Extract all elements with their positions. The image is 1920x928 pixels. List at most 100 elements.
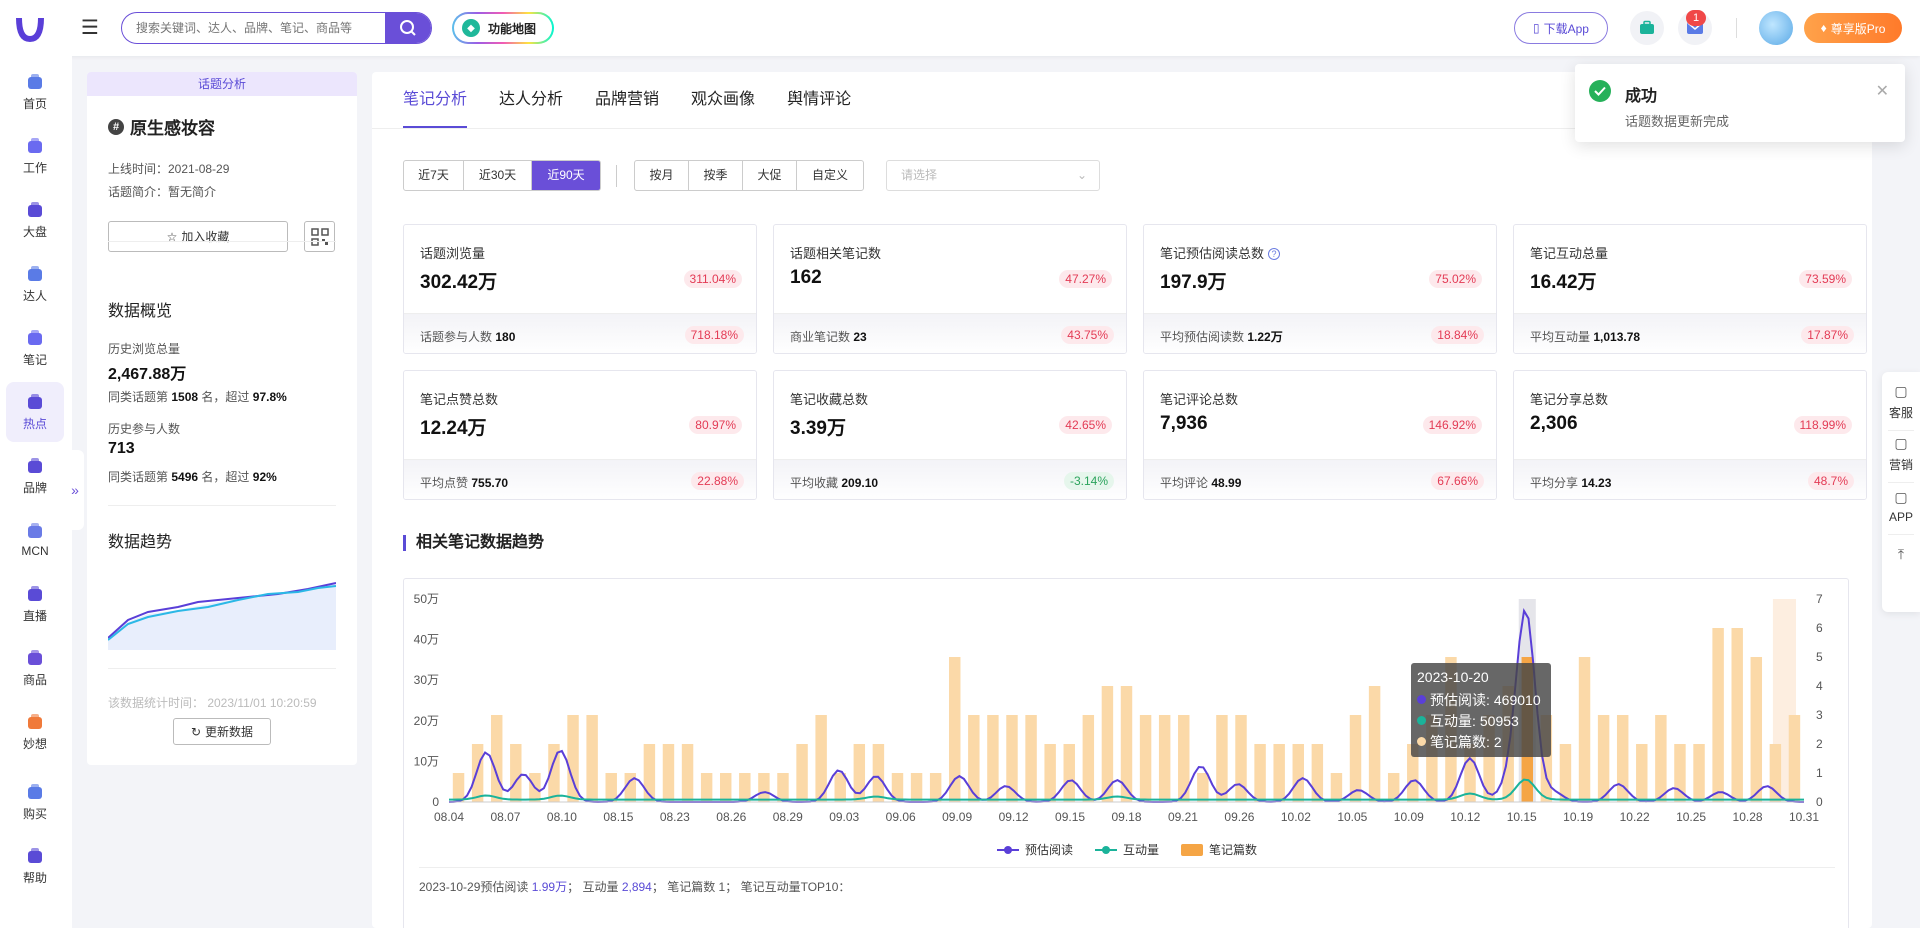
legend-read[interactable]: 预估阅读 — [996, 841, 1073, 858]
sidebar-item-9[interactable]: 商品 — [6, 638, 64, 698]
tooltip-row: 笔记篇数: 2 — [1417, 731, 1545, 752]
function-map-button[interactable]: ◆ 功能地图 — [452, 12, 554, 44]
card-value: 197.9万 — [1160, 272, 1227, 293]
tooltip-row: 预估阅读: 469010 — [1417, 689, 1545, 710]
chart-footer-summary: 2023-10-29预估阅读 1.99万； 互动量 2,894； 笔记篇数 1；… — [419, 880, 851, 894]
download-app-label: 下载App — [1543, 21, 1589, 36]
avatar[interactable] — [1759, 11, 1793, 45]
rightbar-label: 营销 — [1888, 458, 1913, 472]
notes-bar — [586, 715, 598, 802]
card-growth-badge: 80.97% — [689, 416, 742, 434]
card-growth-badge: 47.27% — [1059, 270, 1112, 288]
period-option-1[interactable]: 按季 — [689, 161, 743, 190]
tab-0[interactable]: 笔记分析 — [403, 72, 468, 128]
sidebar-item-6[interactable]: 品牌 — [6, 446, 64, 506]
tab-3[interactable]: 观众画像 — [691, 72, 755, 128]
y-right-tick: 4 — [1816, 679, 1823, 693]
x-tick: 10.28 — [1733, 810, 1763, 824]
y-right-tick: 7 — [1816, 592, 1823, 606]
period-option-2[interactable]: 大促 — [743, 161, 797, 190]
trend-title: 数据趋势 — [108, 534, 173, 551]
sidebar-item-8[interactable]: 直播 — [6, 574, 64, 634]
sidebar-item-1[interactable]: 工作 — [6, 126, 64, 186]
legend-notes[interactable]: 笔记篇数 — [1181, 841, 1257, 858]
refresh-data-button[interactable]: ↻ 更新数据 — [173, 718, 271, 745]
tab-2[interactable]: 品牌营销 — [595, 72, 659, 128]
card-growth-badge: 146.92% — [1422, 416, 1482, 434]
notes-bar — [1731, 628, 1743, 802]
divider — [108, 668, 336, 669]
sidebar-item-10[interactable]: 妙想 — [6, 702, 64, 762]
x-tick: 10.12 — [1450, 810, 1480, 824]
notes-bar — [681, 744, 694, 802]
topic-title-text: 原生感妆容 — [130, 119, 215, 138]
notes-bar — [1597, 715, 1610, 802]
logo-icon[interactable] — [12, 10, 48, 46]
notes-bar — [1578, 657, 1591, 802]
sidebar-item-2[interactable]: 大盘 — [6, 190, 64, 250]
sidebar-item-5[interactable]: 热点 — [6, 382, 64, 442]
sidebar-item-7[interactable]: MCN — [6, 510, 64, 570]
card-sub: 话题参与人数 180 — [420, 330, 516, 344]
back-to-top-button[interactable]: ⤒ — [1882, 532, 1920, 576]
card-sub: 平均收藏 209.10 — [790, 476, 879, 490]
card-label: 笔记评论总数 — [1160, 392, 1239, 407]
live-icon — [26, 585, 44, 603]
sidebar-collapse-button[interactable]: » — [66, 450, 84, 530]
sidebar-item-3[interactable]: 达人 — [6, 254, 64, 314]
legend-interact[interactable]: 互动量 — [1094, 841, 1159, 858]
notes-bar — [910, 773, 923, 802]
notes-bar — [452, 773, 465, 802]
note-icon — [26, 329, 44, 347]
help-icon[interactable]: ? — [1268, 248, 1281, 260]
success-toast: 成功 话题数据更新完成 ✕ — [1575, 64, 1905, 142]
trend-chart-svg[interactable]: 0 10万 20万 30万 40万 50万 0 1 2 3 4 5 6 7 08.04 08.07 08.10 0… — [404, 579, 1850, 829]
sidebar-item-11[interactable]: 购买 — [6, 772, 64, 832]
notes-bar — [1216, 715, 1228, 802]
close-icon[interactable]: ✕ — [1876, 81, 1889, 101]
sidebar-item-label: 直播 — [22, 608, 47, 623]
tab-4[interactable]: 舆情评论 — [787, 72, 851, 128]
card-sub-growth-badge: 67.66% — [1431, 472, 1484, 490]
notes-bar — [700, 773, 713, 802]
tab-1[interactable]: 达人分析 — [499, 72, 563, 128]
search-input[interactable] — [136, 13, 376, 42]
period-option-3[interactable]: 自定义 — [797, 161, 863, 190]
range-option-2[interactable]: 近90天 — [532, 161, 600, 190]
notes-bar — [1025, 715, 1037, 802]
topic-title: # 原生感妆容 — [108, 114, 215, 139]
notes-bar — [929, 773, 942, 802]
sidebar-item-label: 商品 — [22, 672, 47, 687]
y-right-tick: 1 — [1816, 766, 1823, 780]
sidebar-item-4[interactable]: 笔记 — [6, 318, 64, 378]
pie-icon — [26, 201, 44, 219]
notes-bar — [739, 773, 751, 802]
sidebar-item-12[interactable]: 帮助 — [6, 836, 64, 896]
notes-bar — [490, 715, 503, 802]
download-app-button[interactable]: ▯ 下载App — [1514, 12, 1608, 44]
custom-select[interactable]: 请选择 ⌄ — [886, 160, 1100, 191]
notes-bar — [1368, 686, 1381, 802]
search-box[interactable] — [121, 12, 432, 44]
sidebar-item-0[interactable]: 首页 — [6, 62, 64, 122]
range-option-0[interactable]: 近7天 — [404, 161, 464, 190]
qrcode-button[interactable] — [304, 221, 335, 252]
notes-bar — [1750, 657, 1763, 802]
add-favorite-button[interactable]: ☆ 加入收藏 — [108, 221, 288, 252]
range-option-1[interactable]: 近30天 — [464, 161, 532, 190]
notes-bar — [510, 744, 522, 802]
briefcase-button[interactable] — [1630, 11, 1664, 45]
x-tick: 10.02 — [1281, 810, 1311, 824]
menu-toggle-icon[interactable]: ☰ — [81, 17, 103, 39]
trend-chart: 0 10万 20万 30万 40万 50万 0 1 2 3 4 5 6 7 08.04 08.07 08.10 0… — [403, 578, 1849, 928]
period-option-0[interactable]: 按月 — [635, 161, 689, 190]
metric-card: 笔记互动总量 16.42万 73.59% 平均互动量 1,013.78 17.87% — [1513, 224, 1867, 354]
card-footer: 话题参与人数 180 718.18% — [404, 313, 756, 353]
notes-bar — [987, 715, 999, 802]
rightbar-item-1[interactable]: ▢ 营销 — [1882, 428, 1920, 480]
rightbar-item-2[interactable]: ▢ APP — [1882, 480, 1920, 532]
rightbar-item-0[interactable]: ▢ 客服 — [1882, 376, 1920, 428]
search-button[interactable] — [385, 13, 431, 43]
pro-button[interactable]: ♦ 尊享版Pro — [1804, 13, 1902, 43]
cart-icon — [26, 783, 44, 801]
